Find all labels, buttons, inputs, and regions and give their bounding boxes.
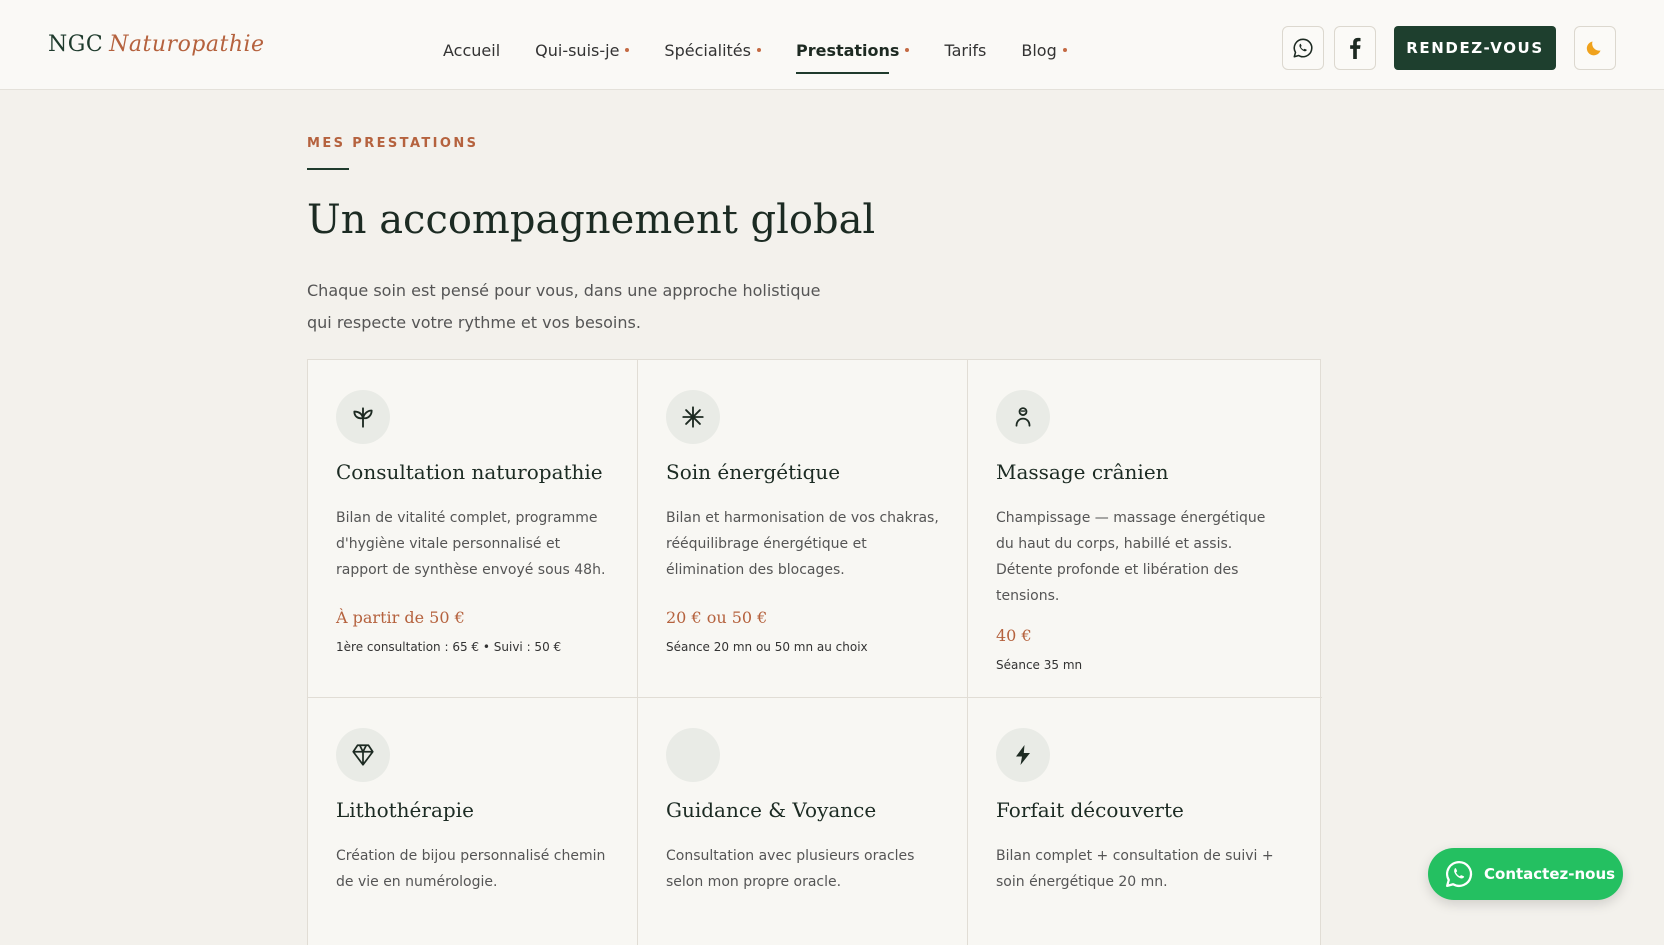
- logo-main: NGC: [48, 32, 104, 57]
- nav-item-qui-suis-je[interactable]: Qui-suis-je: [535, 38, 630, 62]
- card-title: Lithothérapie: [336, 798, 474, 822]
- contact-floating-button[interactable]: Contactez-nous: [1428, 848, 1623, 900]
- gem-icon: [352, 744, 374, 766]
- nav-item-accueil[interactable]: Accueil: [443, 38, 500, 62]
- service-card-consultation[interactable]: Consultation naturopathie Bilan de vital…: [308, 360, 638, 698]
- moon-icon: [1586, 41, 1601, 56]
- nav-item-tarifs[interactable]: Tarifs: [944, 38, 986, 62]
- moon-crescent-icon: [688, 747, 696, 763]
- leaf-icon: [353, 407, 373, 428]
- whatsapp-button[interactable]: [1282, 26, 1324, 70]
- card-description: Champissage — massage énergétique du hau…: [996, 510, 1266, 604]
- bolt-icon: [1016, 745, 1030, 765]
- services-grid: Consultation naturopathie Bilan de vital…: [307, 359, 1322, 945]
- eyebrow-divider: [307, 168, 349, 170]
- nav-label: Spécialités: [664, 40, 751, 60]
- theme-toggle-button[interactable]: [1574, 26, 1616, 70]
- person-icon: [1015, 407, 1031, 427]
- facebook-button[interactable]: [1334, 26, 1376, 70]
- dropdown-dot-icon: [905, 48, 910, 52]
- service-card-lithotherapie[interactable]: Lithothérapie Création de bijou personna…: [308, 698, 638, 945]
- logo-accent: Naturopathie: [109, 32, 265, 57]
- card-icon-wrap: [666, 728, 720, 782]
- whatsapp-icon: [1293, 38, 1313, 58]
- nav-label: Blog: [1021, 40, 1057, 60]
- page-title: Un accompagnement global: [307, 197, 876, 243]
- dropdown-dot-icon: [625, 48, 630, 52]
- card-description: Bilan de vitalité complet, programme d'h…: [336, 510, 606, 578]
- contact-label: Contactez-nous: [1484, 865, 1616, 883]
- card-title: Guidance & Voyance: [666, 798, 877, 822]
- card-price-detail: 1ère consultation : 65 € • Suivi : 50 €: [336, 640, 562, 654]
- card-title: Forfait découverte: [996, 798, 1184, 822]
- sparkle-icon: [682, 406, 704, 428]
- card-price: 20 € ou 50 €: [666, 608, 768, 627]
- section-lead: Chaque soin est pensé pour vous, dans un…: [307, 281, 821, 332]
- whatsapp-icon: [1446, 860, 1473, 887]
- nav-label: Tarifs: [944, 40, 987, 60]
- nav-label: Accueil: [443, 40, 501, 60]
- nav-label: Prestations: [795, 40, 900, 60]
- card-icon-wrap: [996, 390, 1050, 444]
- nav-item-prestations[interactable]: Prestations: [795, 38, 910, 74]
- card-icon-wrap: [666, 390, 720, 444]
- card-price-detail: Séance 35 mn: [996, 658, 1083, 672]
- card-description: Bilan et harmonisation de vos chakras, r…: [666, 510, 939, 578]
- card-icon-wrap: [336, 390, 390, 444]
- service-card-massage-cranien[interactable]: Massage crânien Champissage — massage én…: [968, 360, 1322, 698]
- card-title: Consultation naturopathie: [336, 460, 603, 484]
- card-description: Bilan complet + consultation de suivi + …: [996, 848, 1274, 890]
- service-card-guidance-voyance[interactable]: Guidance & Voyance Consultation avec plu…: [638, 698, 968, 945]
- card-price-detail: Séance 20 mn ou 50 mn au choix: [666, 640, 868, 654]
- service-card-forfait-decouverte[interactable]: Forfait découverte Bilan complet + consu…: [968, 698, 1322, 945]
- card-description: Création de bijou personnalisé chemin de…: [336, 848, 606, 890]
- card-title: Soin énergétique: [666, 460, 841, 484]
- card-price: À partir de 50 €: [336, 608, 465, 627]
- nav-item-specialites[interactable]: Spécialités: [664, 38, 761, 62]
- dropdown-dot-icon: [1062, 48, 1067, 52]
- section-eyebrow: MES PRESTATIONS: [307, 136, 479, 151]
- service-card-soin-energetique[interactable]: Soin énergétique Bilan et harmonisation …: [638, 360, 968, 698]
- card-title: Massage crânien: [996, 460, 1169, 484]
- main-nav: Accueil Qui-suis-je Spécialités Prestati…: [443, 38, 1067, 74]
- site-logo[interactable]: NGC Naturopathie: [48, 32, 265, 57]
- rendez-vous-button[interactable]: RENDEZ-VOUS: [1394, 26, 1556, 70]
- facebook-icon: [1350, 37, 1361, 59]
- card-icon-wrap: [336, 728, 390, 782]
- site-header: NGC Naturopathie Accueil Qui-suis-je Spéc…: [0, 0, 1664, 90]
- dropdown-dot-icon: [756, 48, 761, 52]
- nav-item-blog[interactable]: Blog: [1021, 38, 1067, 62]
- card-price: 40 €: [996, 626, 1032, 645]
- card-icon-wrap: [996, 728, 1050, 782]
- nav-label: Qui-suis-je: [535, 40, 620, 60]
- card-description: Consultation avec plusieurs oracles selo…: [666, 848, 915, 890]
